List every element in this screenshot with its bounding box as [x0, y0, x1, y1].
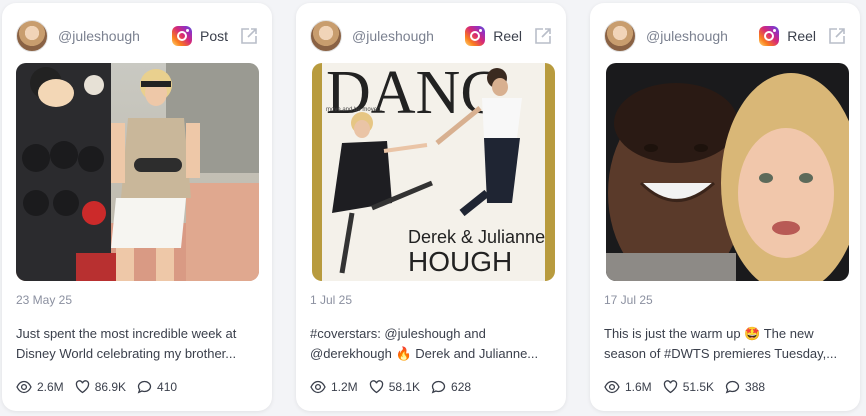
post-date: 17 Jul 25 — [604, 293, 653, 307]
caption-line: #coverstars: @juleshough and — [310, 326, 486, 341]
views-count: 2.6M — [37, 380, 64, 394]
comment-icon — [431, 380, 446, 394]
eye-icon — [16, 380, 32, 394]
account-handle[interactable]: @juleshough — [646, 28, 728, 44]
reel-image[interactable] — [606, 63, 849, 281]
post-type-label: Reel — [493, 28, 522, 44]
eye-icon — [604, 380, 620, 394]
account-handle[interactable]: @juleshough — [352, 28, 434, 44]
comments-stat: 388 — [725, 380, 765, 394]
views-count: 1.2M — [331, 380, 358, 394]
comment-icon — [137, 380, 152, 394]
comments-stat: 628 — [431, 380, 471, 394]
post-caption[interactable]: Just spent the most incredible week at D… — [16, 324, 258, 364]
post-card-1[interactable]: @juleshough Post 23 May 25 Just spent th… — [2, 3, 272, 411]
likes-stat: 51.5K — [663, 380, 714, 394]
avatar[interactable] — [310, 20, 342, 52]
account-handle[interactable]: @juleshough — [58, 28, 140, 44]
post-date: 1 Jul 25 — [310, 293, 353, 307]
likes-stat: 86.9K — [75, 380, 126, 394]
engagement-stats: 1.6M 51.5K 388 — [604, 380, 776, 394]
engagement-stats: 1.2M 58.1K 628 — [310, 380, 482, 394]
heart-icon — [369, 380, 383, 394]
magazine-surname: HOUGH — [408, 246, 512, 277]
magazine-names: Derek & Julianne — [408, 227, 545, 247]
views-stat: 2.6M — [16, 380, 64, 394]
card-header: @juleshough Post — [16, 19, 258, 53]
post-type-label: Post — [199, 28, 228, 44]
caption-line: season of #DWTS premieres Tuesday,... — [604, 346, 838, 361]
external-link-icon[interactable] — [534, 27, 552, 45]
instagram-icon — [171, 26, 192, 46]
comment-icon — [725, 380, 740, 394]
likes-count: 51.5K — [682, 380, 715, 394]
instagram-icon — [465, 26, 486, 46]
avatar[interactable] — [16, 20, 48, 52]
card-header: @juleshough Reel — [604, 19, 846, 53]
views-stat: 1.2M — [310, 380, 358, 394]
comments-count: 388 — [745, 380, 766, 394]
likes-count: 58.1K — [388, 380, 421, 394]
likes-count: 86.9K — [94, 380, 127, 394]
post-type-label: Reel — [787, 28, 816, 44]
comments-stat: 410 — [137, 380, 177, 394]
instagram-icon — [759, 26, 780, 46]
reel-image[interactable]: DANC move and be moved. Derek & Julianne… — [312, 63, 555, 281]
comments-count: 628 — [451, 380, 472, 394]
eye-icon — [310, 380, 326, 394]
post-card-2[interactable]: @juleshough Reel DANC move and be moved. — [296, 3, 566, 411]
views-stat: 1.6M — [604, 380, 652, 394]
post-caption[interactable]: This is just the warm up 🤩 The new seaso… — [604, 324, 846, 364]
post-date: 23 May 25 — [16, 293, 73, 307]
post-image[interactable] — [16, 63, 259, 281]
caption-line: Just spent the most incredible week at — [16, 326, 237, 341]
magazine-tagline: move and be moved. — [326, 107, 382, 113]
card-header: @juleshough Reel — [310, 19, 552, 53]
post-caption[interactable]: #coverstars: @juleshough and @derekhough… — [310, 324, 552, 364]
magazine-title: DANC — [326, 63, 502, 127]
comments-count: 410 — [157, 380, 178, 394]
external-link-icon[interactable] — [828, 27, 846, 45]
heart-icon — [663, 380, 677, 394]
external-link-icon[interactable] — [240, 27, 258, 45]
avatar[interactable] — [604, 20, 636, 52]
views-count: 1.6M — [625, 380, 652, 394]
heart-icon — [75, 380, 89, 394]
engagement-stats: 2.6M 86.9K 410 — [16, 380, 188, 394]
likes-stat: 58.1K — [369, 380, 420, 394]
caption-line: This is just the warm up 🤩 The new — [604, 326, 814, 341]
caption-line: @derekhough 🔥 Derek and Julianne... — [310, 346, 539, 361]
caption-line: Disney World celebrating my brother... — [16, 346, 237, 361]
post-card-3[interactable]: @juleshough Reel 17 Jul 25 This is just … — [590, 3, 860, 411]
